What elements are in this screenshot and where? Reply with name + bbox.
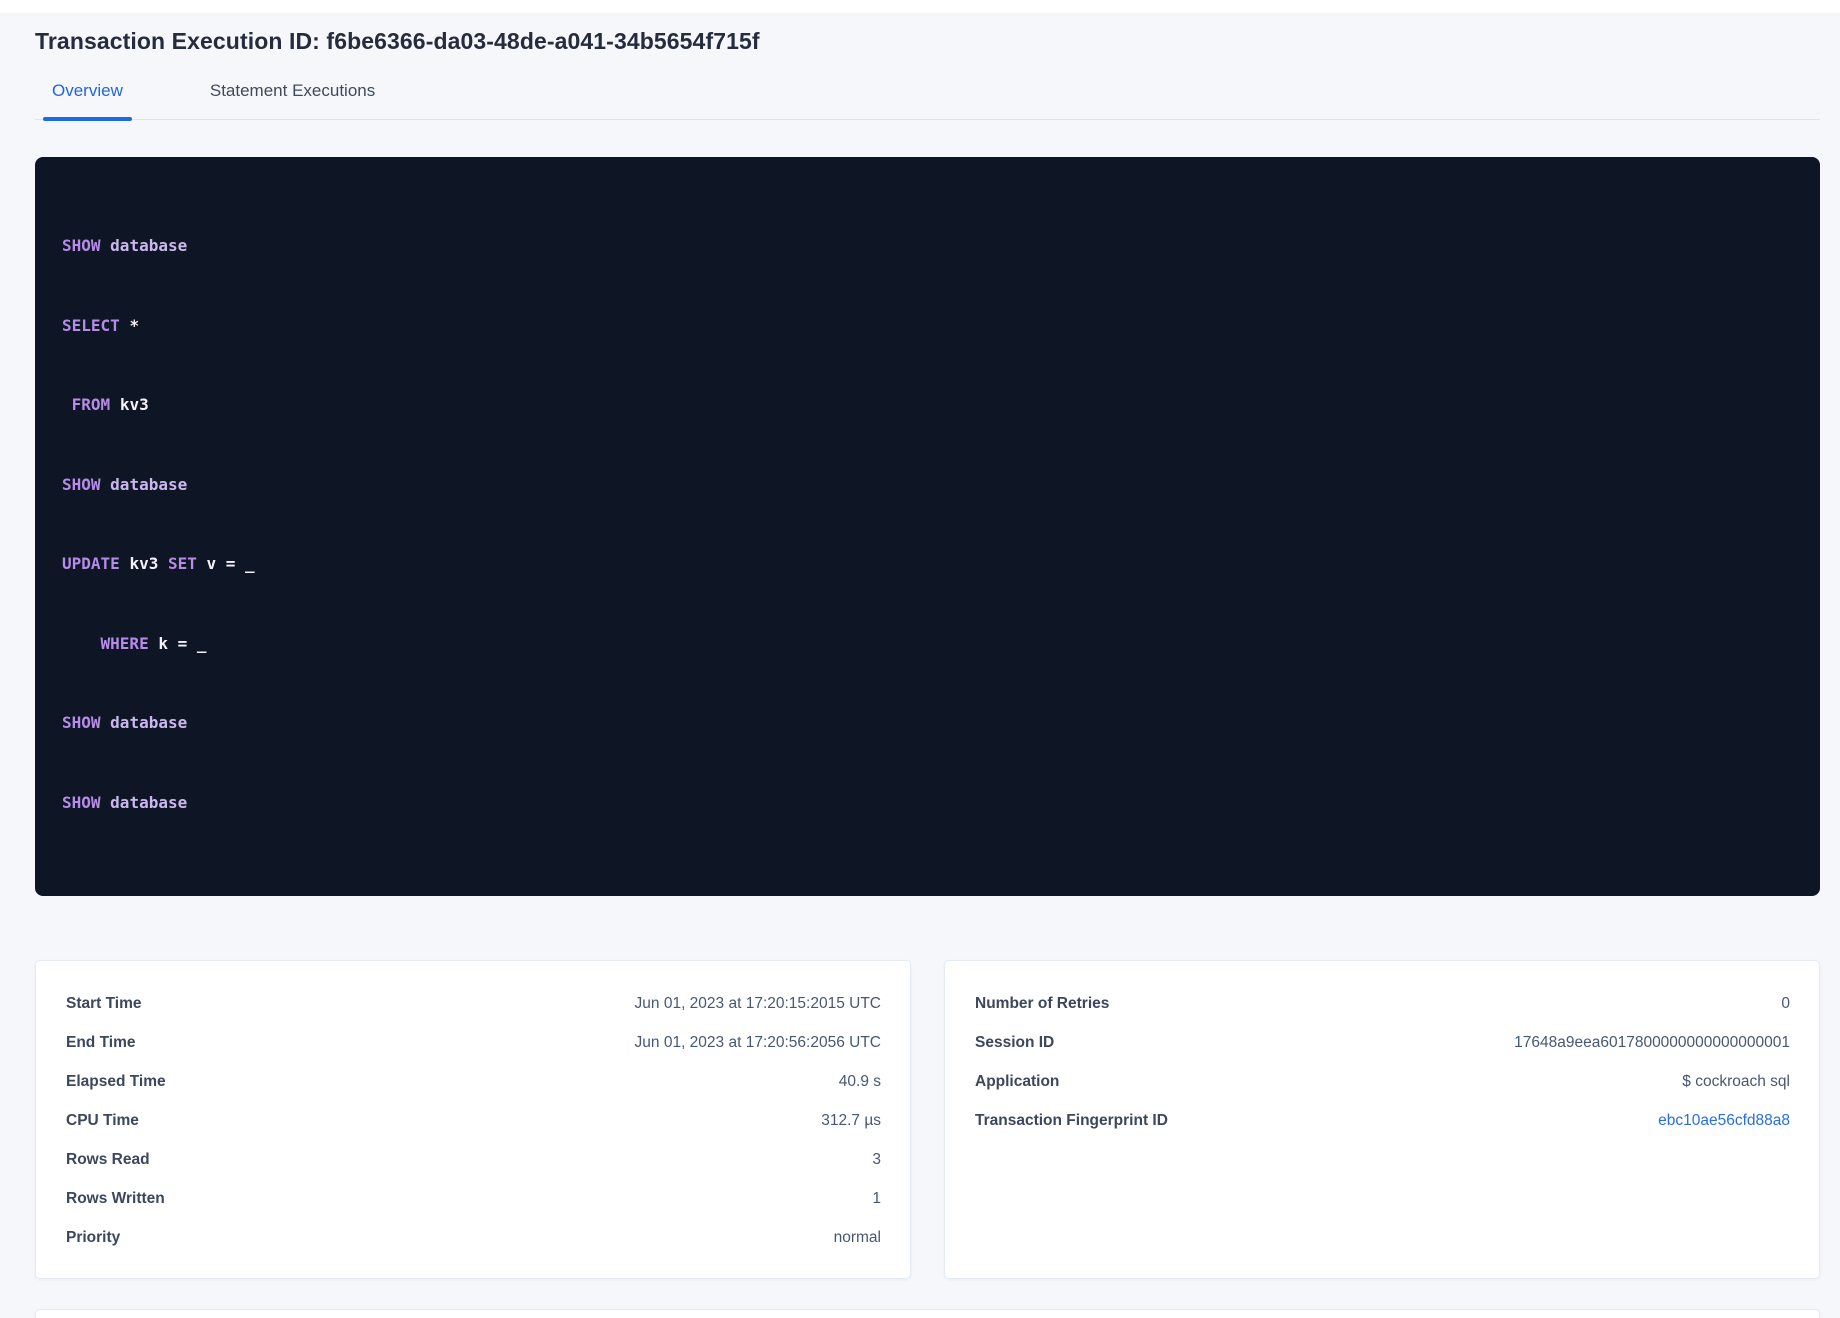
- summary-row: Session ID 17648a9eea60178000000000000000…: [975, 1024, 1790, 1063]
- row-label: Elapsed Time: [66, 1073, 166, 1090]
- sql-keyword: SHOW: [62, 713, 111, 732]
- row-label: Start Time: [66, 995, 142, 1012]
- insights-card: Insights Details High Contention Time Sp…: [35, 1309, 1820, 1318]
- summary-row: End Time Jun 01, 2023 at 17:20:56:2056 UT…: [66, 1024, 881, 1063]
- sql-literal: *: [129, 315, 140, 335]
- summary-row: Transaction Fingerprint ID ebc10ae56cfd88…: [975, 1102, 1790, 1141]
- top-header-strip: [0, 0, 1840, 13]
- page-title: Transaction Execution ID: f6be6366-da03-…: [35, 28, 760, 54]
- sql-indent: [62, 634, 101, 653]
- row-label: Session ID: [975, 1034, 1055, 1051]
- cpu-time-value: 312.7 µs: [821, 1112, 881, 1129]
- row-label: Rows Written: [66, 1190, 165, 1207]
- summary-row: Priority normal: [66, 1219, 881, 1258]
- sql-line: SHOW database: [62, 790, 1793, 817]
- sql-keyword: WHERE: [100, 633, 159, 653]
- sql-keyword: SHOW: [62, 792, 111, 812]
- sql-keyword: SHOW: [62, 236, 111, 255]
- summary-row: CPU Time 312.7 µs: [66, 1102, 881, 1141]
- sql-keyword: UPDATE: [62, 554, 130, 573]
- sql-statements-box: SHOW database SELECT * FROM kv3 SHOW dat…: [35, 157, 1820, 896]
- application-value: $ cockroach sql: [1682, 1073, 1790, 1090]
- sql-line: FROM kv3: [62, 392, 1793, 419]
- sql-line: SHOW database: [62, 233, 1793, 260]
- row-label: End Time: [66, 1034, 136, 1051]
- sql-keyword: SET: [167, 554, 207, 573]
- sql-keyword: SHOW: [62, 474, 111, 494]
- row-label: Rows Read: [66, 1151, 150, 1168]
- transaction-fingerprint-link[interactable]: ebc10ae56cfd88a8: [1658, 1112, 1790, 1130]
- sql-literal: k = _: [158, 633, 207, 653]
- session-summary-card: Number of Retries 0 Session ID 17648a9eea6…: [944, 960, 1820, 1279]
- tab-bar: Overview Statement Executions: [35, 81, 1820, 121]
- sql-identifier: database: [110, 713, 188, 732]
- sql-literal: kv3: [129, 554, 168, 573]
- sql-literal: kv3: [119, 395, 149, 414]
- sql-keyword: SELECT: [62, 315, 130, 335]
- summary-cards-row: Start Time Jun 01, 2023 at 17:20:15:2015 …: [35, 960, 1820, 1279]
- summary-row: Application $ cockroach sql: [975, 1063, 1790, 1102]
- sql-indent: [62, 395, 72, 414]
- retries-value: 0: [1781, 995, 1790, 1012]
- session-id-value: 17648a9eea6017800000000000000001: [1514, 1034, 1790, 1051]
- row-label: Number of Retries: [975, 995, 1110, 1012]
- sql-identifier: database: [110, 474, 188, 494]
- sql-keyword: FROM: [71, 395, 120, 414]
- summary-row: Number of Retries 0: [975, 985, 1790, 1024]
- sql-identifier: database: [110, 236, 188, 255]
- sql-line: UPDATE kv3 SET v = _: [62, 551, 1793, 578]
- start-time-value: Jun 01, 2023 at 17:20:15:2015 UTC: [634, 995, 881, 1012]
- timing-summary-card: Start Time Jun 01, 2023 at 17:20:15:2015 …: [35, 960, 911, 1279]
- row-label: Priority: [66, 1229, 121, 1246]
- sql-line: SHOW database: [62, 472, 1793, 499]
- sql-line: SELECT *: [62, 313, 1793, 340]
- summary-row: Start Time Jun 01, 2023 at 17:20:15:2015 …: [66, 985, 881, 1024]
- row-label: Application: [975, 1073, 1060, 1090]
- priority-value: normal: [833, 1229, 881, 1246]
- summary-row: Rows Read 3: [66, 1141, 881, 1180]
- row-label: CPU Time: [66, 1112, 139, 1129]
- rows-written-value: 1: [872, 1190, 881, 1207]
- sql-line: SHOW database: [62, 710, 1793, 737]
- summary-row: Rows Written 1: [66, 1180, 881, 1219]
- sql-identifier: database: [110, 792, 188, 812]
- end-time-value: Jun 01, 2023 at 17:20:56:2056 UTC: [634, 1034, 881, 1051]
- tab-overview[interactable]: Overview: [43, 81, 132, 121]
- sql-line: WHERE k = _: [62, 631, 1793, 658]
- page-container: Transaction Execution ID: f6be6366-da03-…: [35, 28, 1820, 1318]
- row-label: Transaction Fingerprint ID: [975, 1112, 1168, 1129]
- rows-read-value: 3: [872, 1151, 881, 1168]
- summary-row: Elapsed Time 40.9 s: [66, 1063, 881, 1102]
- elapsed-time-value: 40.9 s: [838, 1073, 881, 1090]
- sql-literal: v = _: [206, 554, 255, 573]
- tab-statement-executions[interactable]: Statement Executions: [210, 81, 375, 119]
